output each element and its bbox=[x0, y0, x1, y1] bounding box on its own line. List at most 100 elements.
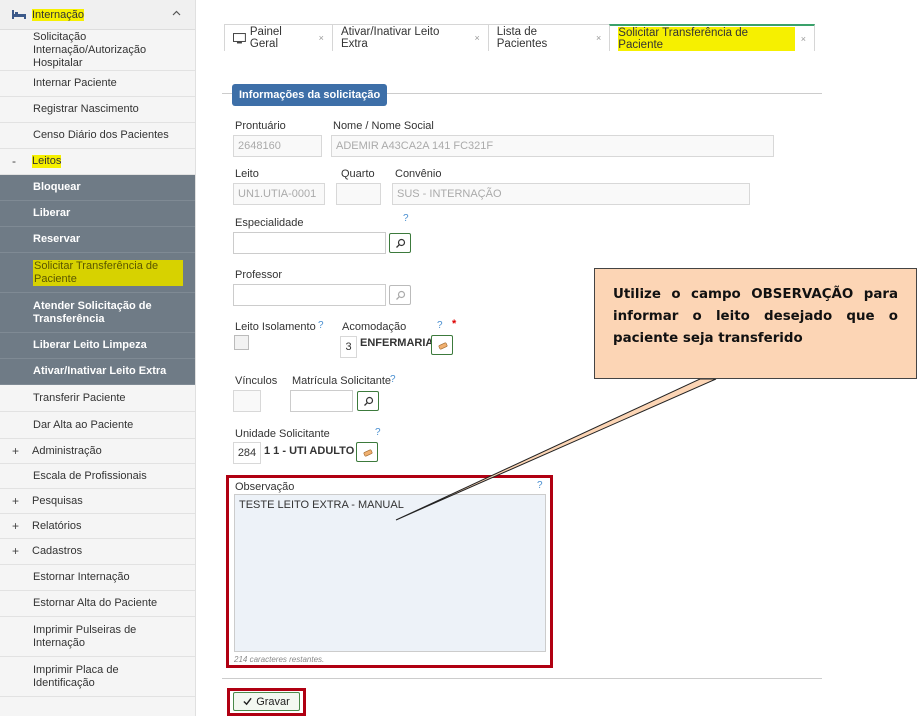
chevron-up-icon[interactable] bbox=[172, 9, 181, 18]
sidebar-item-label: Dar Alta ao Paciente bbox=[33, 418, 134, 431]
tab-bar: Painel Geral × Ativar/Inativar Leito Extr… bbox=[224, 24, 815, 51]
close-icon[interactable]: × bbox=[319, 33, 324, 43]
expand-sign: + bbox=[12, 493, 20, 508]
convenio-field: SUS - INTERNAÇÃO bbox=[392, 183, 750, 205]
sidebar-item-reservar[interactable]: Reservar bbox=[0, 227, 195, 253]
sidebar-group-administracao[interactable]: + Administração bbox=[0, 439, 195, 464]
acomodacao-label: Acomodação bbox=[342, 321, 407, 333]
close-icon[interactable]: × bbox=[801, 34, 806, 44]
convenio-label: Convênio bbox=[395, 168, 442, 180]
especialidade-label: Especialidade bbox=[235, 217, 304, 229]
sidebar-item-liberar-leito-limpeza[interactable]: Liberar Leito Limpeza bbox=[0, 333, 195, 359]
unidade-label: Unidade Solicitante bbox=[235, 428, 330, 440]
tab-ativar-leito-extra[interactable]: Ativar/Inativar Leito Extra × bbox=[331, 24, 489, 51]
observacao-textarea[interactable]: TESTE LEITO EXTRA - MANUAL bbox=[234, 494, 546, 652]
sidebar-item-solicitar-transferencia[interactable]: Solicitar Transferência de Paciente bbox=[0, 253, 195, 293]
leito-isolamento-label: Leito Isolamento bbox=[235, 321, 316, 333]
help-icon[interactable]: ? bbox=[375, 427, 381, 438]
sidebar-item-label: Estornar Internação bbox=[33, 571, 130, 583]
sidebar-item-label: Liberar Leito Limpeza bbox=[33, 339, 147, 351]
tab-lista-pacientes[interactable]: Lista de Pacientes × bbox=[487, 24, 611, 51]
sidebar-item-label: Reservar bbox=[33, 233, 81, 245]
leito-label: Leito bbox=[235, 168, 259, 180]
sidebar-group-leitos[interactable]: - Leitos bbox=[0, 149, 195, 175]
professor-input[interactable] bbox=[233, 284, 386, 306]
eraser-icon bbox=[363, 449, 372, 456]
sidebar-item-transferir-paciente[interactable]: Transferir Paciente bbox=[0, 385, 195, 412]
sidebar-item-label: Censo Diário dos Pacientes bbox=[33, 129, 169, 141]
sidebar-item-bloquear[interactable]: Bloquear bbox=[0, 175, 195, 201]
sidebar-item-ativar-leito-extra[interactable]: Ativar/Inativar Leito Extra bbox=[0, 359, 195, 385]
sidebar-item-label: Ativar/Inativar Leito Extra bbox=[33, 365, 167, 377]
sidebar-item-label: Estornar Alta do Paciente bbox=[33, 597, 158, 609]
vinculos-field[interactable] bbox=[233, 390, 261, 412]
sidebar-item-imprimir-pulseiras[interactable]: Imprimir Pulseiras de Internação bbox=[0, 617, 195, 657]
sidebar-item-dar-alta[interactable]: Dar Alta ao Paciente bbox=[0, 412, 195, 439]
matricula-input[interactable] bbox=[290, 390, 353, 412]
professor-label: Professor bbox=[235, 269, 283, 281]
sidebar-group-label: Cadastros bbox=[32, 545, 83, 557]
tab-label: Lista de Pacientes bbox=[496, 26, 548, 50]
sidebar-item-estornar-alta[interactable]: Estornar Alta do Paciente bbox=[0, 591, 195, 617]
sidebar-header-label: Internação bbox=[32, 8, 84, 21]
sidebar-item-label: Escala de Profissionais bbox=[33, 469, 147, 482]
sidebar-group-relatorios[interactable]: + Relatórios bbox=[0, 514, 195, 539]
matricula-label: Matrícula Solicitante bbox=[292, 375, 392, 387]
leito-isolamento-checkbox[interactable] bbox=[234, 335, 249, 350]
nome-field: ADEMIR A43CA2A 141 FC321F bbox=[331, 135, 774, 157]
professor-search-button[interactable] bbox=[389, 285, 411, 305]
acomodacao-value: ENFERMARIA bbox=[360, 337, 434, 349]
matricula-search-button[interactable] bbox=[357, 391, 379, 411]
help-icon[interactable]: ? bbox=[437, 320, 443, 331]
expand-sign: + bbox=[12, 518, 20, 533]
sidebar-item-label: Transferir Paciente bbox=[33, 391, 126, 404]
tab-painel-geral[interactable]: Painel Geral × bbox=[224, 24, 333, 51]
sidebar-item-label: Solicitar Transferência de Paciente bbox=[33, 259, 183, 286]
sidebar-item-label: Atender Solicitação de Transferência bbox=[33, 299, 152, 325]
observacao-label: Observação bbox=[235, 481, 295, 493]
sidebar-group-pesquisas[interactable]: + Pesquisas bbox=[0, 489, 195, 514]
sidebar-group-label: Relatórios bbox=[32, 519, 82, 532]
sidebar-group-label: Leitos bbox=[32, 155, 62, 168]
sidebar-item-label: Liberar bbox=[33, 207, 71, 219]
help-icon[interactable]: ? bbox=[537, 480, 543, 491]
help-icon[interactable]: ? bbox=[318, 320, 324, 331]
sidebar-item-label: Internar Paciente bbox=[33, 77, 117, 89]
vinculos-label: Vínculos bbox=[235, 375, 278, 387]
sidebar-group-label: Pesquisas bbox=[32, 494, 83, 507]
sidebar-item-label: Solicitação Internação/Autorização Hospi… bbox=[33, 30, 147, 69]
sidebar-header-internacao[interactable]: Internação bbox=[0, 0, 195, 30]
especialidade-input[interactable] bbox=[233, 232, 386, 254]
tab-solicitar-transferencia[interactable]: Solicitar Transferência de Paciente × bbox=[609, 24, 815, 51]
search-icon bbox=[395, 290, 405, 300]
acomodacao-code: 3 bbox=[340, 336, 357, 358]
monitor-icon bbox=[233, 32, 246, 43]
unidade-code: 284 bbox=[233, 442, 261, 464]
sidebar-item-label: Bloquear bbox=[33, 181, 81, 193]
help-icon[interactable]: ? bbox=[403, 213, 409, 224]
tab-label: Painel Geral bbox=[249, 26, 282, 50]
observacao-char-count: 214 caracteres restantes. bbox=[234, 655, 325, 664]
sidebar-item-imprimir-placa[interactable]: Imprimir Placa de Identificação bbox=[0, 657, 195, 697]
sidebar-item-registrar-nascimento[interactable]: Registrar Nascimento bbox=[0, 97, 195, 123]
expand-sign: + bbox=[12, 544, 20, 558]
collapse-sign: - bbox=[12, 154, 16, 168]
sidebar: Internação Solicitação Internação/Autori… bbox=[0, 0, 196, 716]
unidade-clear-button[interactable] bbox=[356, 442, 378, 462]
annotation-callout: Utilize o campo OBSERVAÇÃO para informar… bbox=[594, 268, 917, 379]
sidebar-item-atender-solicitacao[interactable]: Atender Solicitação de Transferência bbox=[0, 293, 195, 333]
close-icon[interactable]: × bbox=[596, 33, 601, 43]
sidebar-item-internar-paciente[interactable]: Internar Paciente bbox=[0, 71, 195, 97]
sidebar-group-cadastros[interactable]: + Cadastros bbox=[0, 539, 195, 565]
sidebar-item-liberar[interactable]: Liberar bbox=[0, 201, 195, 227]
sidebar-item-censo-diario[interactable]: Censo Diário dos Pacientes bbox=[0, 123, 195, 149]
sidebar-item-solicitacao-internacao[interactable]: Solicitação Internação/Autorização Hospi… bbox=[0, 30, 195, 71]
especialidade-search-button[interactable] bbox=[389, 233, 411, 253]
save-button[interactable]: Gravar bbox=[233, 692, 300, 711]
sidebar-item-escala-profissionais[interactable]: Escala de Profissionais bbox=[0, 464, 195, 489]
help-icon[interactable]: ? bbox=[390, 374, 396, 385]
acomodacao-clear-button[interactable] bbox=[431, 335, 453, 355]
save-label: Gravar bbox=[256, 695, 290, 708]
close-icon[interactable]: × bbox=[474, 33, 479, 43]
sidebar-item-estornar-internacao[interactable]: Estornar Internação bbox=[0, 565, 195, 591]
